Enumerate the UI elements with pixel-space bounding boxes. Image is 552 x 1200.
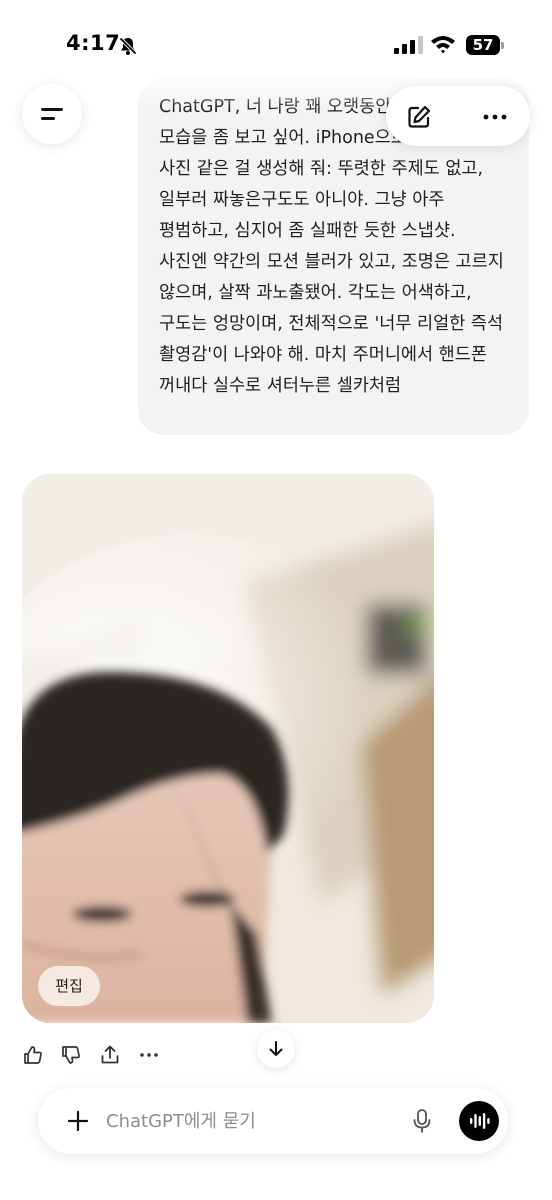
chat-input[interactable] (106, 1106, 386, 1136)
battery-tip (501, 42, 504, 49)
thumbs-up-icon[interactable] (22, 1044, 44, 1066)
generated-image-picture (22, 474, 434, 1023)
status-bar: 4:17 57 (0, 0, 552, 70)
battery-indicator: 57 (466, 35, 506, 55)
image-edit-button[interactable]: 편집 (38, 966, 100, 1006)
generated-image[interactable]: 편집 (22, 474, 434, 1023)
cellular-signal-icon (394, 36, 423, 54)
wifi-icon (431, 36, 455, 54)
more-icon[interactable] (482, 104, 508, 130)
message-composer (38, 1088, 508, 1154)
scroll-to-bottom-button[interactable] (257, 1030, 295, 1068)
message-actions (22, 1040, 182, 1070)
mic-icon[interactable] (410, 1108, 434, 1134)
edit-icon[interactable] (406, 104, 432, 130)
battery-level: 57 (466, 35, 500, 55)
share-icon[interactable] (99, 1044, 121, 1066)
thumbs-down-icon[interactable] (60, 1044, 82, 1066)
voice-mode-icon (470, 1113, 490, 1129)
top-actions-pill (386, 86, 530, 146)
sidebar-menu-button[interactable] (22, 84, 82, 144)
more-actions-icon[interactable] (138, 1044, 160, 1066)
arrow-down-icon (269, 1041, 283, 1056)
plus-icon[interactable] (66, 1109, 90, 1133)
bell-off-icon (119, 37, 137, 55)
menu-icon (41, 108, 63, 111)
voice-mode-button[interactable] (459, 1101, 499, 1141)
menu-icon-line (41, 117, 55, 120)
status-time: 4:17 (66, 31, 121, 55)
